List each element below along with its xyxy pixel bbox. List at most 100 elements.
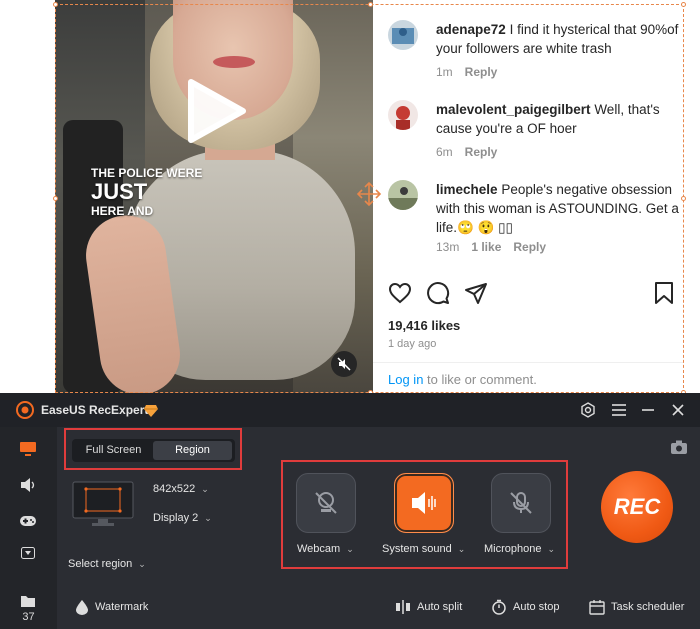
menu-icon[interactable] [611, 403, 627, 417]
tab-full-screen[interactable]: Full Screen [75, 441, 152, 460]
auto-stop-label: Auto stop [513, 601, 560, 613]
watermark-button[interactable]: Watermark [75, 599, 148, 615]
avatar[interactable] [388, 100, 418, 130]
app-title: EaseUS RecExperts [41, 403, 156, 417]
comment-username[interactable]: adenape72 [436, 22, 506, 37]
split-icon [396, 600, 410, 614]
rail-game-mode[interactable] [14, 507, 42, 535]
comment-username[interactable]: malevolent_paigegilbert [436, 102, 591, 117]
chevron-down-icon: ⌄ [138, 559, 146, 569]
title-bar: EaseUS RecExperts [0, 393, 700, 427]
post-timestamp: 1 day ago [388, 338, 437, 350]
chevron-down-icon: ⌄ [346, 544, 354, 554]
caption-line: HERE AND [91, 204, 154, 218]
minimize-icon[interactable] [641, 403, 655, 417]
auto-split-button[interactable]: Auto split [395, 599, 462, 615]
comment-meta: 6m Reply [436, 145, 497, 159]
monitor-icon [20, 442, 36, 456]
login-prompt: Log in to like or comment. [388, 372, 537, 387]
avatar[interactable] [388, 20, 418, 50]
comment-time: 13m [436, 240, 460, 254]
stopwatch-icon [492, 599, 506, 615]
task-scheduler-button[interactable]: Task scheduler [589, 599, 684, 615]
resolution-value: 842x522 [153, 483, 196, 495]
rec-button[interactable]: REC [601, 471, 673, 543]
instagram-post: THE POLICE WERE JUST HERE AND adenape72 … [0, 0, 700, 393]
bookmark-icon[interactable] [654, 281, 674, 305]
screenshot-camera-icon[interactable] [670, 439, 688, 455]
comment-time: 1m [436, 65, 453, 79]
webcam-label[interactable]: Webcam ⌄ [297, 543, 354, 555]
auto-stop-button[interactable]: Auto stop [491, 599, 559, 615]
display-select[interactable]: Display 2 ⌄ [153, 512, 212, 524]
display-value: Display 2 [153, 512, 199, 524]
microphone-label[interactable]: Microphone ⌄ [484, 543, 555, 555]
comment-icon[interactable] [426, 281, 450, 305]
post-actions [388, 281, 678, 305]
reply-link[interactable]: Reply [465, 65, 498, 79]
screen-preview-icon[interactable] [72, 481, 134, 527]
like-count-link[interactable]: 1 like [471, 240, 501, 254]
post-video[interactable]: THE POLICE WERE JUST HERE AND [55, 0, 373, 393]
rail-audio-mode[interactable] [14, 471, 42, 499]
reply-link[interactable]: Reply [513, 240, 546, 254]
speaker-icon [412, 492, 436, 514]
folder-icon [21, 596, 35, 607]
microphone-button[interactable] [491, 473, 551, 533]
comment-body: malevolent_paigegilbert Well, that's cau… [436, 100, 686, 138]
resolution-select[interactable]: 842x522 ⌄ [153, 483, 209, 495]
login-suffix: to like or comment. [423, 372, 537, 387]
move-handle-icon[interactable] [355, 180, 383, 208]
comment-username[interactable]: limechele [436, 182, 498, 197]
auto-split-label: Auto split [417, 601, 463, 613]
caption-line: THE POLICE WERE [91, 166, 203, 180]
comment-meta: 13m 1 like Reply [436, 240, 546, 254]
recorder-window: EaseUS RecExperts 37 Full Screen Region … [0, 393, 700, 629]
rail-screen-mode[interactable] [14, 435, 42, 463]
login-link[interactable]: Log in [388, 372, 423, 387]
watermark-label: Watermark [95, 601, 149, 613]
select-region-label: Select region [68, 558, 133, 570]
close-icon[interactable] [670, 402, 686, 418]
microphone-label-text: Microphone [484, 543, 542, 555]
divider [373, 362, 683, 363]
play-icon[interactable] [187, 78, 247, 144]
rail-expand[interactable] [14, 539, 42, 567]
calendar-icon [589, 600, 605, 615]
comment-body: limechele People's negative obsession wi… [436, 180, 686, 237]
system-sound-label-text: System sound [382, 543, 452, 555]
system-sound-button[interactable] [394, 473, 454, 533]
capture-mode-tabs: Full Screen Region [72, 439, 235, 462]
like-count[interactable]: 19,416 likes [388, 318, 460, 333]
gamepad-icon [20, 516, 36, 526]
video-person-lips [213, 56, 255, 68]
avatar[interactable] [388, 180, 418, 210]
chevron-down-icon: ⌄ [547, 544, 556, 554]
system-sound-label[interactable]: System sound ⌄ [382, 543, 465, 555]
mute-icon[interactable] [331, 351, 357, 377]
webcam-off-icon [315, 492, 337, 514]
task-scheduler-label: Task scheduler [611, 601, 685, 613]
premium-diamond-icon[interactable] [143, 402, 159, 418]
chevron-down-icon: ⌄ [457, 544, 466, 554]
caption-line: JUST [91, 179, 148, 204]
app-logo-icon [16, 401, 34, 419]
reply-link[interactable]: Reply [465, 145, 498, 159]
bottom-toolbar: Watermark Auto split Auto stop Task sche… [57, 593, 700, 621]
chevron-down-icon: ⌄ [204, 513, 212, 523]
tab-region[interactable]: Region [153, 441, 232, 460]
select-region-dropdown[interactable]: Select region ⌄ [68, 558, 146, 570]
water-drop-icon [76, 600, 88, 615]
chevron-down-icon: ⌄ [201, 484, 209, 494]
chevron-down-icon [21, 547, 35, 559]
heart-icon[interactable] [388, 281, 412, 305]
speaker-icon [21, 478, 35, 492]
recordings-count: 37 [22, 611, 35, 623]
webcam-label-text: Webcam [297, 543, 341, 555]
comment-body: adenape72 I find it hysterical that 90%o… [436, 20, 686, 58]
settings-icon[interactable] [580, 402, 596, 418]
microphone-off-icon [510, 492, 532, 514]
share-icon[interactable] [464, 281, 488, 305]
comment-time: 6m [436, 145, 453, 159]
webcam-button[interactable] [296, 473, 356, 533]
